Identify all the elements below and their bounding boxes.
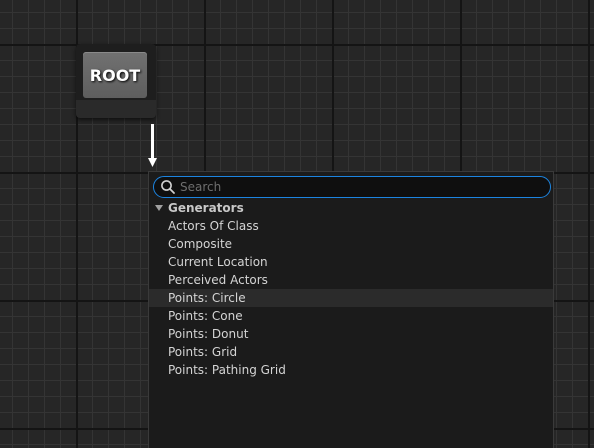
list-item[interactable]: Points: Pathing Grid <box>149 361 553 379</box>
list-item[interactable]: Current Location <box>149 253 553 271</box>
list-item[interactable]: Perceived Actors <box>149 271 553 289</box>
root-node-title: ROOT <box>83 52 147 98</box>
list-item-label: Points: Circle <box>168 291 246 305</box>
root-node-label: ROOT <box>89 66 141 85</box>
action-list: Generators Actors Of Class Composite Curre… <box>149 199 553 379</box>
list-item-label: Points: Grid <box>168 345 238 359</box>
category-generators[interactable]: Generators <box>149 199 553 217</box>
list-item[interactable]: Composite <box>149 235 553 253</box>
triangle-down-icon[interactable] <box>155 205 163 211</box>
root-node-output-pin[interactable] <box>76 100 156 118</box>
list-item-label: Perceived Actors <box>168 273 268 287</box>
list-item-label: Actors Of Class <box>168 219 259 233</box>
list-item[interactable]: Actors Of Class <box>149 217 553 235</box>
search-box[interactable] <box>153 176 551 198</box>
list-item-label: Current Location <box>168 255 268 269</box>
category-items: Actors Of Class Composite Current Location… <box>149 217 553 379</box>
search-input[interactable] <box>180 178 540 196</box>
list-item-label: Points: Pathing Grid <box>168 363 286 377</box>
context-menu-panel: Generators Actors Of Class Composite Curre… <box>148 171 554 448</box>
connection-wire-arrow <box>148 124 157 167</box>
list-item[interactable]: Points: Cone <box>149 307 553 325</box>
search-icon <box>161 180 175 194</box>
graph-canvas[interactable]: ROOT Generators Actors Of Class Composite… <box>0 0 594 448</box>
list-item-label: Points: Cone <box>168 309 243 323</box>
category-label: Generators <box>168 201 244 215</box>
list-item[interactable]: Points: Donut <box>149 325 553 343</box>
root-node[interactable]: ROOT <box>76 44 156 118</box>
list-item[interactable]: Points: Grid <box>149 343 553 361</box>
list-item[interactable]: Points: Circle <box>149 289 553 307</box>
list-item-label: Composite <box>168 237 233 251</box>
list-item-label: Points: Donut <box>168 327 249 341</box>
